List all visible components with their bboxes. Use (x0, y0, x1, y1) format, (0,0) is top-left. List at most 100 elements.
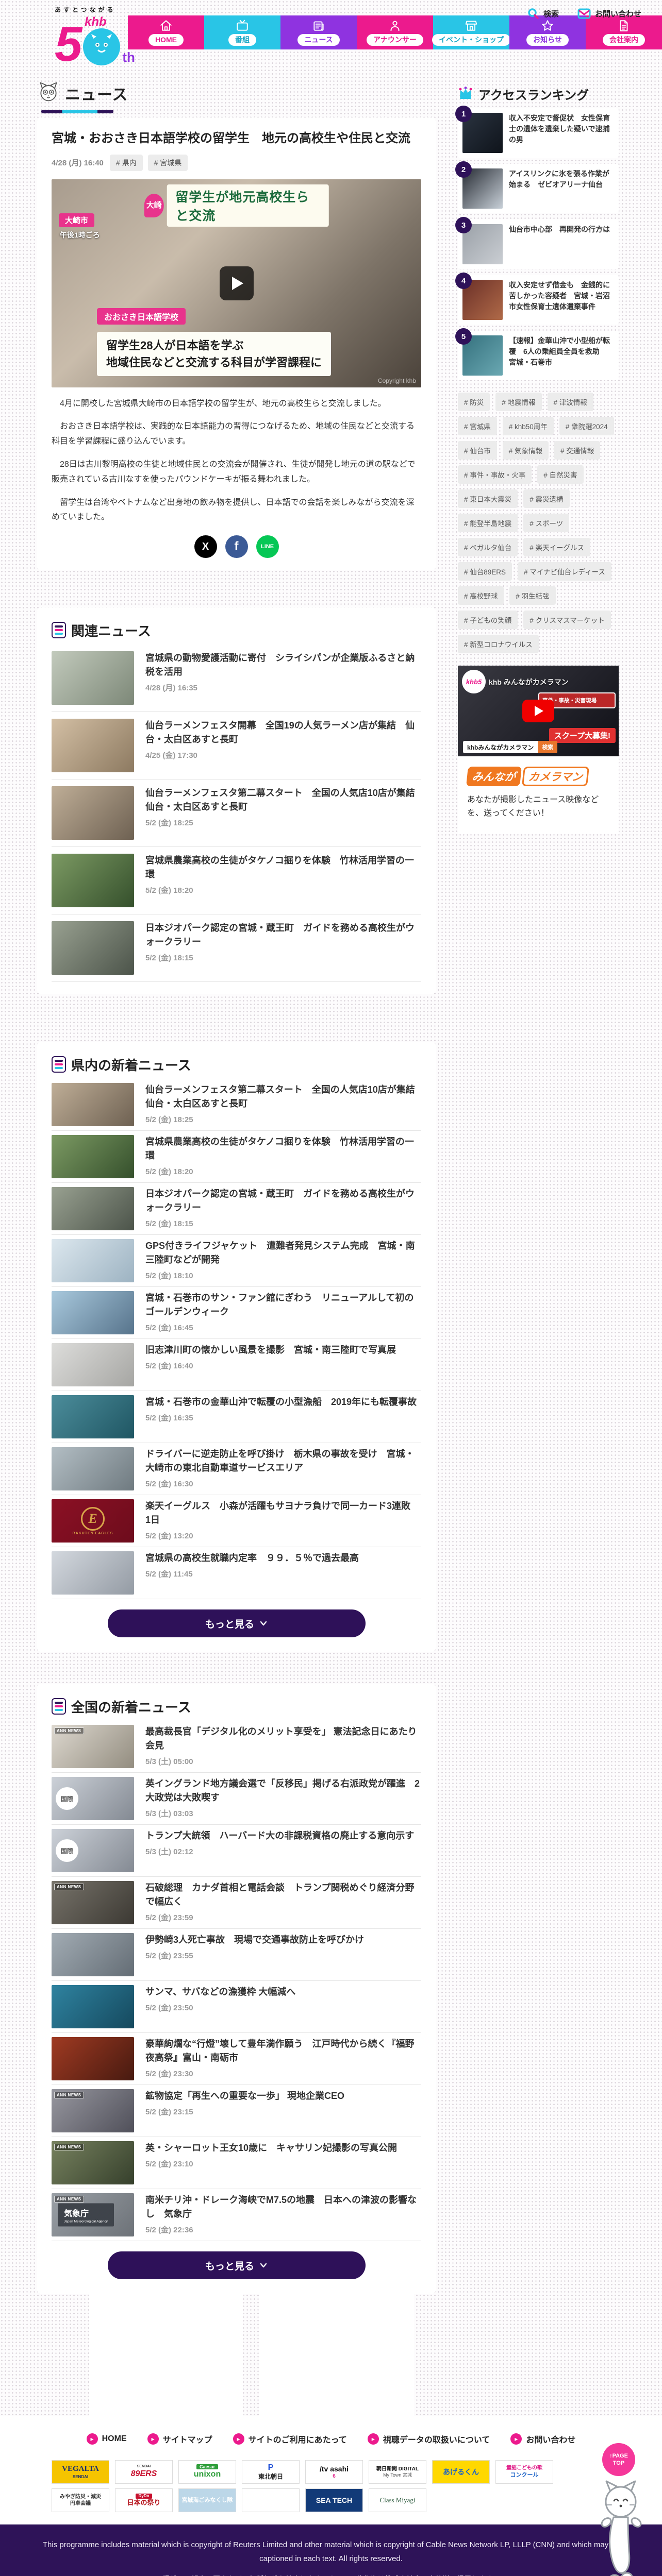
topic-tag[interactable]: # 仙台89ERS (458, 562, 512, 581)
youtube-play-button[interactable] (522, 700, 554, 722)
news-item[interactable]: 仙台ラーメンフェスタ第二幕スタート 全国の人気店10店が集結 仙台・太白区あすと… (52, 1079, 421, 1131)
ranking-item[interactable]: 1 収入不安定で督促状 女性保育士の遺体を遺棄した疑いで逮捕の男 (455, 106, 619, 158)
partner-banner[interactable] (242, 2488, 300, 2512)
ranking-item[interactable]: 3 仙台市中心部 再開発の行方は (455, 217, 619, 269)
news-item[interactable]: ANN NEWS 鉱物協定「再生への重要な一歩」 現地企業CEO 5/2 (金) 2… (52, 2085, 421, 2138)
news-item[interactable]: 伊勢崎3人死亡事故 現場で交通事故防止を呼びかけ 5/2 (金) 23:55 (52, 1929, 421, 1981)
partner-banner[interactable]: SEA TECH (305, 2488, 363, 2512)
partner-banner[interactable]: 童謡こどもの歌 コンクール (495, 2460, 553, 2484)
news-item[interactable]: 宮城県農業高校の生徒がタケノコ掘りを体験 竹林活用学習の一環 5/2 (金) 18… (52, 1131, 421, 1183)
nav-item-announcer[interactable]: アナウンサー (357, 15, 433, 49)
topic-tag[interactable]: # 仙台市 (458, 441, 497, 460)
news-title: 南米チリ沖・ドレーク海峡でM7.5の地震 日本への津波の影響なし 気象庁 (145, 2195, 417, 2219)
footer-link[interactable]: ▶ お問い合わせ (510, 2433, 575, 2445)
footer-link[interactable]: ▶ HOME (86, 2433, 127, 2445)
ranking-item[interactable]: 4 収入安定せず借金も 金銭的に苦しかった容疑者 宮城・岩沼市女性保育士遺体遺棄事… (455, 273, 619, 325)
news-item[interactable]: 国際 トランプ大統領 ハーバード大の非課税資格の廃止する意向示す 5/3 (土) 0… (52, 1825, 421, 1877)
nav-item-home[interactable]: HOME (128, 15, 204, 49)
news-item[interactable]: ANN NEWS 最高裁長官「デジタル化のメリット享受を」 憲法記念日にあたり会見… (52, 1721, 421, 1773)
local-more-button[interactable]: もっと見る (107, 1609, 366, 1638)
news-item[interactable]: 宮城県の動物愛護活動に寄付 シライシパンが企業版ふるさと納税を活用 4/28 (月… (52, 645, 421, 713)
play-button[interactable] (219, 266, 254, 300)
partner-banner[interactable]: みやぎ防災・減災 円卓会議 (52, 2488, 109, 2512)
topic-tag[interactable]: # 新型コロナウイルス (458, 635, 539, 653)
topic-tag[interactable]: # 気象情報 (502, 441, 549, 460)
topic-tag[interactable]: # 自然災害 (537, 465, 584, 484)
topic-tag[interactable]: # 宮城県 (458, 417, 497, 435)
news-item[interactable]: 仙台ラーメンフェスタ第二幕スタート 全国の人気店10店が集結 仙台・太白区あすと… (52, 779, 421, 848)
national-more-button[interactable]: もっと見る (107, 2251, 366, 2280)
partner-banner[interactable]: SENDAI 89ERS (115, 2460, 173, 2484)
partner-banner[interactable]: DyDo 日本の祭り (115, 2488, 173, 2512)
topic-tag[interactable]: # 津波情報 (547, 393, 593, 411)
article-tag[interactable]: # 県内 (109, 154, 143, 171)
ranking-item[interactable]: 5 【速報】金華山沖で小型船が転覆 6人の乗組員全員を救助 宮城・石巻市 (455, 328, 619, 380)
topic-tag[interactable]: # 地震情報 (495, 393, 542, 411)
topic-tag[interactable]: # クリスマスマーケット (523, 611, 611, 629)
ranking-item[interactable]: 2 アイスリンクに氷を張る作業が始まる ゼビオアリーナ仙台 (455, 161, 619, 213)
news-item[interactable]: 旧志津川町の懐かしい風景を撮影 宮城・南三陸町で写真展 5/2 (金) 16:40 (52, 1339, 421, 1392)
news-item[interactable]: 日本ジオパーク認定の宮城・蔵王町 ガイドを務める高校生がウォークラリー 5/2 (… (52, 914, 421, 982)
news-item[interactable]: 宮城・石巻市のサン・ファン館にぎわう リニューアルして初のゴールデンウィーク 5/… (52, 1287, 421, 1340)
partner-banner[interactable]: 宮城海ごみなくし隊 (178, 2488, 236, 2512)
partner-banner[interactable]: Caesar unixon (178, 2460, 236, 2484)
partner-banner[interactable]: P 東北朝日 (242, 2460, 300, 2484)
news-item[interactable]: ANN NEWS 英・シャーロット王女10歳に キャサリン妃撮影の写真公開 5/2 … (52, 2137, 421, 2190)
news-item[interactable]: GPS付きライフジャケット 遭難者発見システム完成 宮城・南三陸町などが開発 5/… (52, 1235, 421, 1287)
partner-banner[interactable]: Class Miyagi (369, 2488, 426, 2512)
contact-button[interactable]: お問い合わせ (577, 7, 641, 20)
topic-tag[interactable]: # 東日本大震災 (458, 489, 518, 508)
nav-item-notice[interactable]: お知らせ (509, 15, 586, 49)
footer-link[interactable]: ▶ サイトマップ (147, 2433, 212, 2445)
facebook-icon[interactable]: f (225, 535, 248, 558)
topic-tag[interactable]: # 高校野球 (458, 586, 504, 605)
news-item[interactable]: 日本ジオパーク認定の宮城・蔵王町 ガイドを務める高校生がウォークラリー 5/2 (… (52, 1183, 421, 1235)
khb-logo[interactable]: あすとつながる khb 5 th (55, 5, 135, 69)
camera-promo-card[interactable]: みんなが カメラマン あなたが撮影したニュース映像などを、送ってください！ (458, 756, 619, 834)
topic-tag[interactable]: # 事件・事故・火事 (458, 465, 532, 484)
line-icon[interactable]: LINE (256, 535, 279, 558)
topic-tag[interactable]: # 羽生結弦 (509, 586, 556, 605)
banner-text: unixon (193, 2470, 221, 2479)
news-item[interactable]: サンマ、サバなどの漁獲枠 大幅減へ 5/2 (金) 23:50 (52, 1981, 421, 2033)
logo-th: th (122, 49, 135, 65)
news-item[interactable]: 宮城・石巻市の金華山沖で転覆の小型漁船 2019年にも転覆事故 5/2 (金) 1… (52, 1391, 421, 1444)
nav-item-event-shop[interactable]: イベント・ショップ (432, 15, 510, 49)
topic-tag[interactable]: # 防災 (458, 393, 490, 411)
news-item[interactable]: 仙台ラーメンフェスタ開幕 全国19の人気ラーメン店が集結 仙台・太白区あすと長町… (52, 712, 421, 780)
x-icon[interactable]: X (194, 535, 217, 558)
topic-tag[interactable]: # khb50周年 (502, 417, 554, 435)
news-item[interactable]: 国際 英イングランド地方議会選で「反移民」掲げる右派政党が躍進 2大政党は大敗喫す… (52, 1773, 421, 1825)
page-top-button[interactable]: ↑PAGE TOP (602, 2443, 635, 2476)
ann-news-logo: ANN NEWS (54, 1727, 84, 1735)
topic-tag[interactable]: # ベガルタ仙台 (458, 538, 518, 556)
partner-banner[interactable]: 朝日新聞 DIGITAL My Town 宮城 (369, 2460, 426, 2484)
promo-video[interactable]: khb5 khb みんながカメラマン 事件・事故・災害現場 スクープ大募集! k… (458, 666, 619, 756)
topic-tag[interactable]: # 子どもの笑顔 (458, 611, 518, 629)
video-player[interactable]: 大崎 留学生が地元高校生らと交流 大崎市 午後1時ごろ おおさき日本語学校 留学… (52, 179, 421, 387)
topic-tag[interactable]: # 衆院選2024 (559, 417, 614, 435)
news-item[interactable]: ANN NEWS 石破総理 カナダ首相と電話会談 トランプ関税めぐり経済分野で幅広… (52, 1877, 421, 1929)
topic-tag[interactable]: # スポーツ (523, 514, 570, 532)
partner-banner[interactable]: あげるくん (432, 2460, 490, 2484)
news-item[interactable]: ドライバーに逆走防止を呼び掛け 栃木県の事故を受け 宮城・大崎市の東北自動車道サ… (52, 1443, 421, 1496)
news-item[interactable]: 宮城県の高校生就職内定率 ９９．５％で過去最高 5/2 (金) 11:45 (52, 1547, 421, 1600)
search-button[interactable]: 検索 (527, 7, 559, 20)
topic-tag[interactable]: # 楽天イーグルス (523, 538, 591, 556)
nav-item-programs[interactable]: 番組 (204, 15, 280, 49)
topic-tag[interactable]: # 交通情報 (554, 441, 601, 460)
nav-item-news[interactable]: ニュース (280, 15, 357, 49)
news-item[interactable]: 宮城県農業高校の生徒がタケノコ掘りを体験 竹林活用学習の一環 5/2 (金) 18… (52, 847, 421, 915)
news-item[interactable]: 気象庁 Japan Meteorological Agency ANN NEWS 南米… (52, 2189, 421, 2242)
nav-item-company[interactable]: 会社案内 (586, 15, 662, 49)
topic-tag[interactable]: # 能登半島地震 (458, 514, 518, 532)
footer-link[interactable]: ▶ 視聴データの取扱いについて (367, 2433, 490, 2445)
partner-banner[interactable]: /tv asahi 6 (305, 2460, 363, 2484)
footer-link[interactable]: ▶ サイトのご利用にあたって (233, 2433, 347, 2445)
news-item[interactable]: 豪華絢爛な“行燈”壊して豊年満作願う 江戸時代から続く『福野夜高祭』富山・南砺市… (52, 2033, 421, 2086)
partner-banner[interactable]: VEGALTA SENDAI (52, 2460, 109, 2484)
article-tag[interactable]: # 宮城県 (147, 154, 188, 171)
news-item[interactable]: E RAKUTEN EAGLES 楽天イーグルス 小森が活躍もサヨナラ負けで同一カー… (52, 1495, 421, 1548)
topic-tag[interactable]: # 震災遺構 (523, 489, 570, 508)
topic-tag[interactable]: # マイナビ仙台レディース (518, 562, 611, 581)
